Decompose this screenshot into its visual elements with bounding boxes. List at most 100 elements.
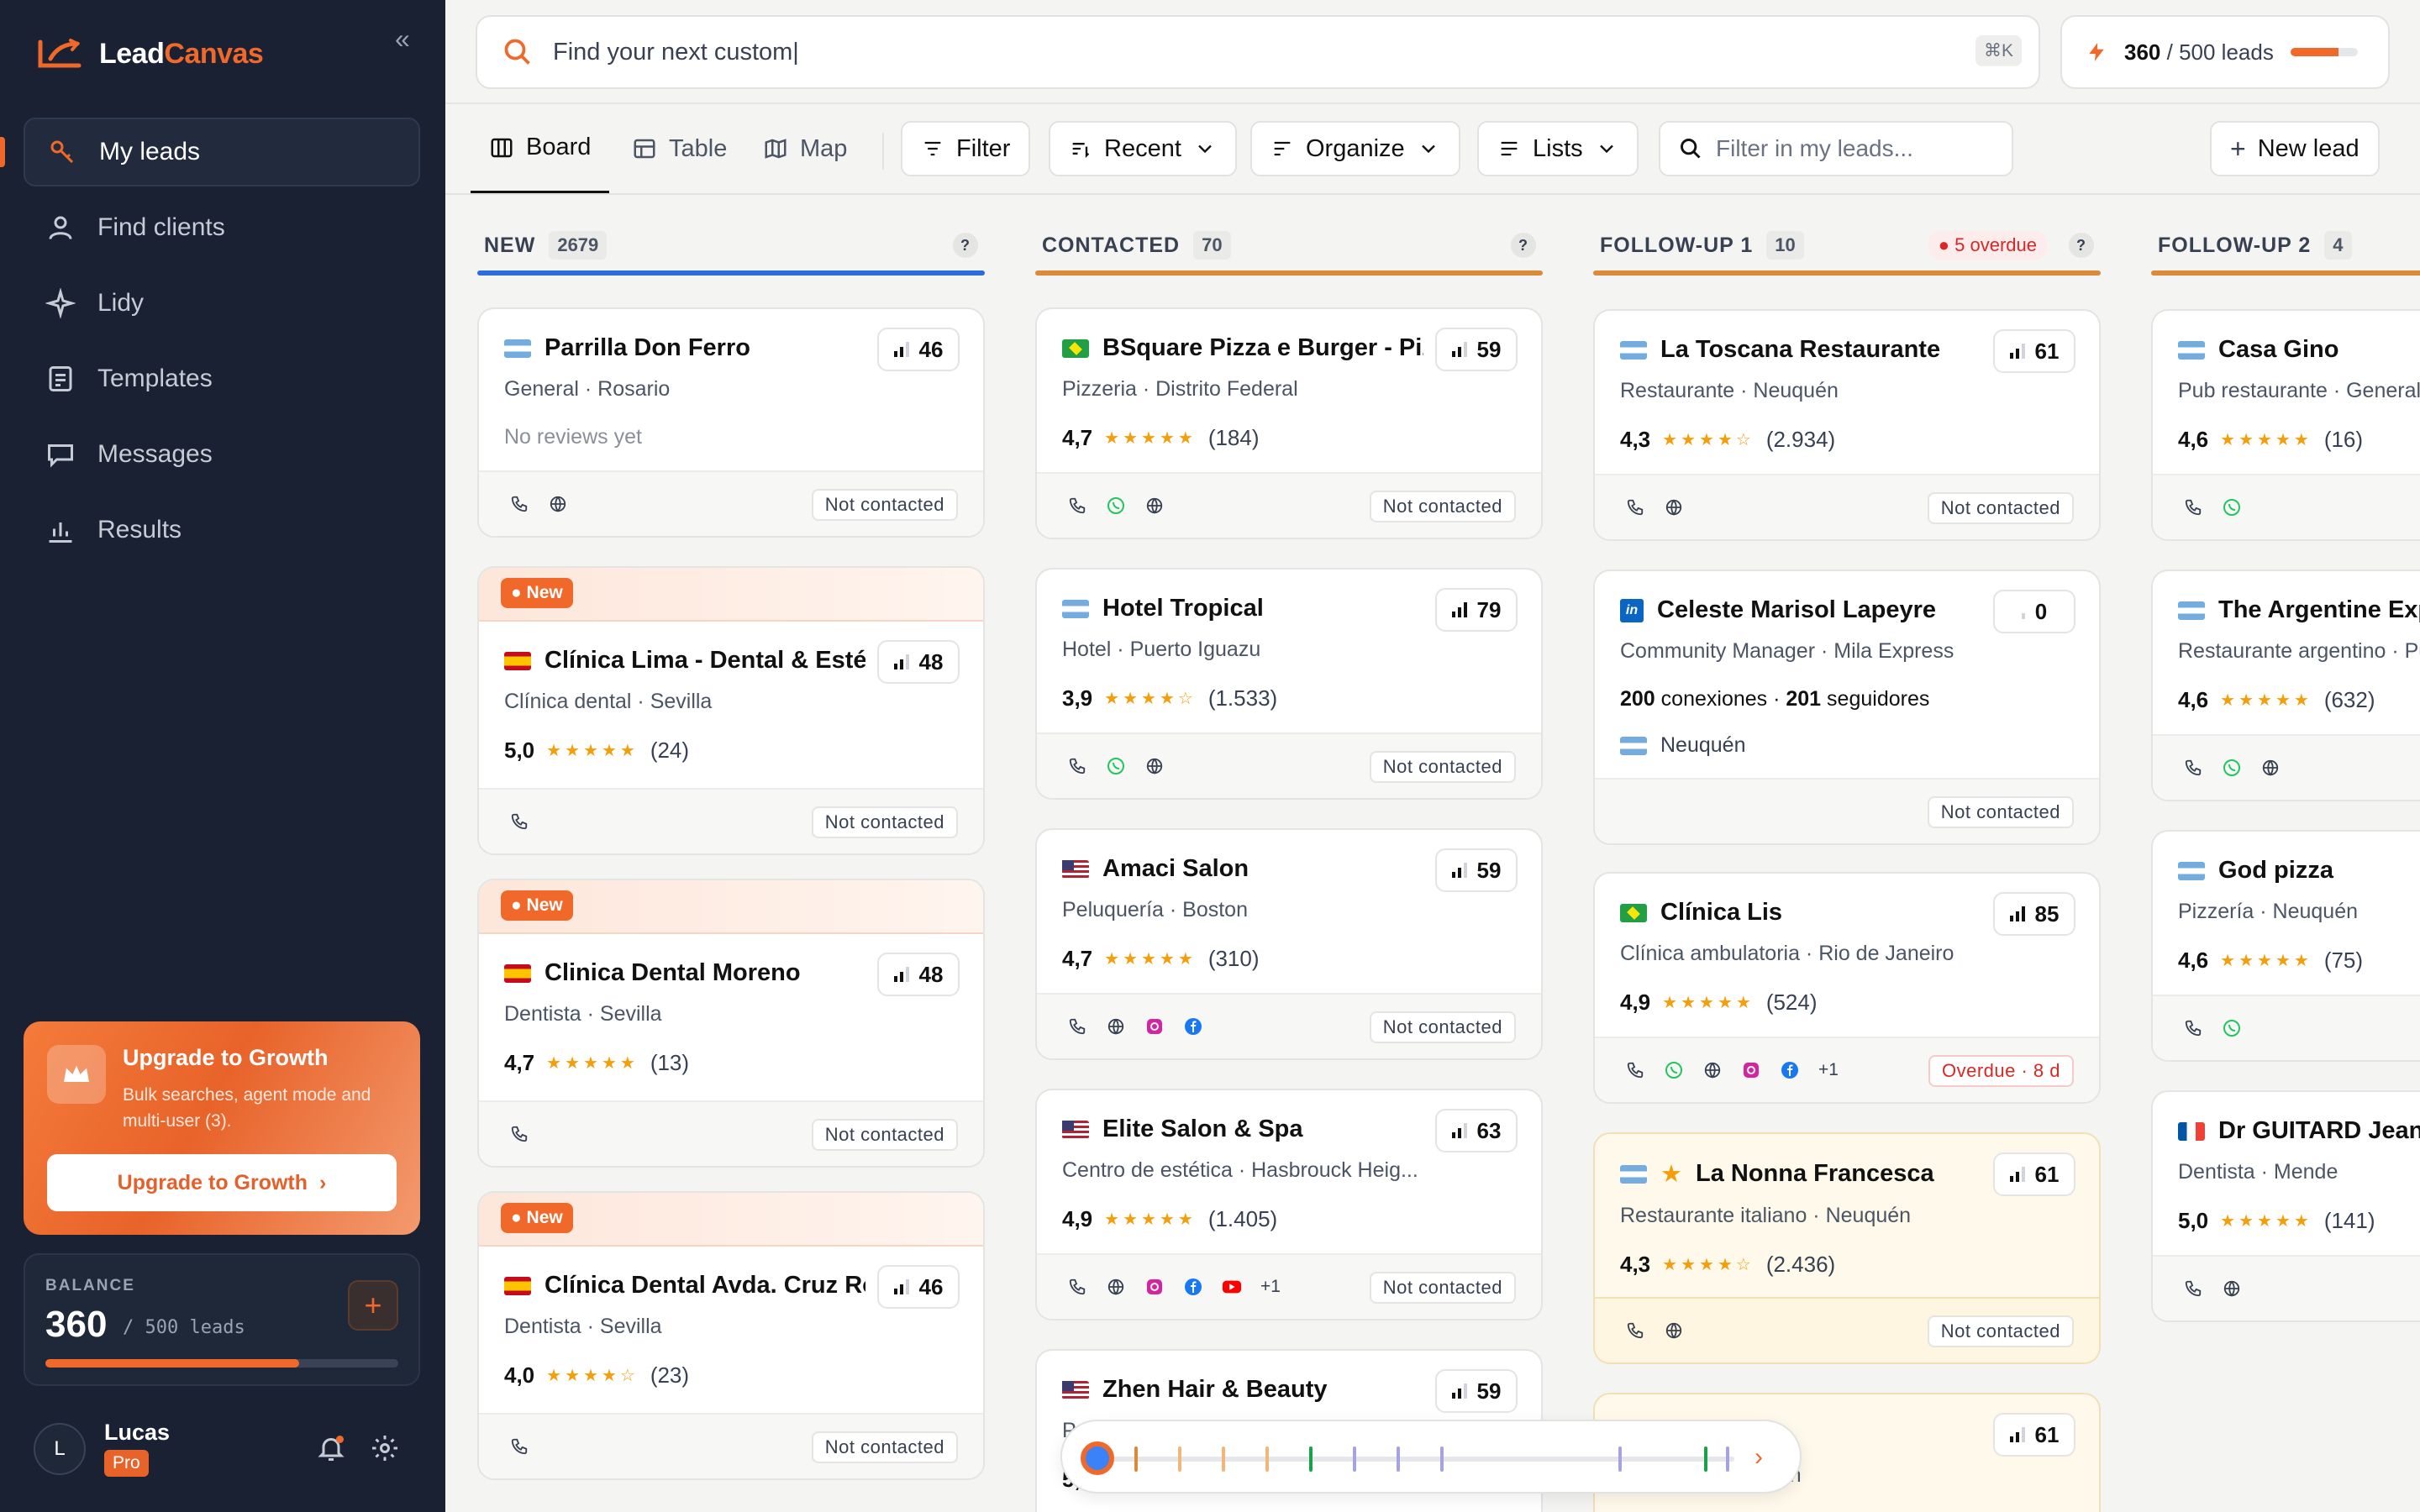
scrubber-handle[interactable] xyxy=(1081,1441,1114,1475)
help-icon[interactable]: ? xyxy=(2069,233,2094,258)
tab-board[interactable]: Board xyxy=(471,104,610,193)
sidebar-item-my-leads[interactable]: My leads xyxy=(24,118,420,186)
whatsapp-icon[interactable] xyxy=(2222,497,2242,517)
new-lead-button[interactable]: + New lead xyxy=(2210,121,2380,176)
status-badge[interactable]: Not contacted xyxy=(811,1431,958,1463)
credits-indicator[interactable]: 360 / 500 leads xyxy=(2060,15,2390,89)
phone-icon[interactable] xyxy=(1067,756,1087,776)
phone-icon[interactable] xyxy=(2183,1018,2203,1038)
status-badge[interactable]: Not contacted xyxy=(1369,1272,1516,1304)
instagram-icon[interactable] xyxy=(1144,1277,1165,1297)
globe-icon[interactable] xyxy=(2222,1278,2242,1299)
gear-icon[interactable] xyxy=(370,1433,400,1463)
status-badge[interactable]: Not contacted xyxy=(1369,491,1516,522)
status-badge[interactable]: Not contacted xyxy=(1927,796,2074,828)
globe-icon[interactable] xyxy=(1144,496,1165,516)
facebook-icon[interactable] xyxy=(1183,1016,1203,1037)
phone-icon[interactable] xyxy=(509,811,529,832)
status-badge[interactable]: Not contacted xyxy=(1369,1011,1516,1043)
status-badge[interactable]: Not contacted xyxy=(1927,492,2074,524)
status-badge[interactable]: Not contacted xyxy=(1369,751,1516,783)
help-icon[interactable]: ? xyxy=(953,233,978,258)
sidebar-item-messages[interactable]: Messages xyxy=(24,420,420,489)
globe-icon[interactable] xyxy=(1702,1060,1723,1080)
lead-card[interactable]: The Argentine Experience Restaurante arg… xyxy=(2151,570,2420,801)
globe-icon[interactable] xyxy=(1664,1320,1684,1341)
recent-dropdown[interactable]: Recent xyxy=(1049,121,1237,176)
overdue-status-badge[interactable]: Overdue · 8 d xyxy=(1928,1055,2074,1087)
status-badge[interactable]: Not contacted xyxy=(811,489,958,521)
tab-map[interactable]: Map xyxy=(763,104,847,193)
avatar[interactable]: L xyxy=(34,1423,86,1475)
lead-card[interactable]: in Celeste Marisol Lapeyre 0 Community Ma… xyxy=(1593,570,2101,845)
facebook-icon[interactable] xyxy=(1183,1277,1203,1297)
lead-card[interactable]: Dr GUITARD Jean-Claude Dentista · Mende … xyxy=(2151,1090,2420,1322)
globe-icon[interactable] xyxy=(1106,1277,1126,1297)
phone-icon[interactable] xyxy=(2183,497,2203,517)
tab-table[interactable]: Table xyxy=(632,104,727,193)
status-badge[interactable]: Not contacted xyxy=(811,806,958,838)
lead-card[interactable]: BSquare Pizza e Burger - Pizzaria 59 Piz… xyxy=(1035,307,1543,539)
sidebar-item-lidy[interactable]: Lidy xyxy=(24,269,420,338)
lead-card[interactable]: La Toscana Restaurante 61 Restaurante · … xyxy=(1593,309,2101,541)
globe-icon[interactable] xyxy=(1664,497,1684,517)
phone-icon[interactable] xyxy=(2183,758,2203,778)
search-input[interactable]: Find your next custom| ⌘K xyxy=(476,15,2040,89)
phone-icon[interactable] xyxy=(1067,1277,1087,1297)
globe-icon[interactable] xyxy=(1144,756,1165,776)
sidebar-item-find-clients[interactable]: Find clients xyxy=(24,193,420,262)
sidebar-item-templates[interactable]: Templates xyxy=(24,344,420,413)
filter-button[interactable]: Filter xyxy=(901,121,1031,176)
lead-card[interactable]: ● New Clínica Lima - Dental & Estética 4… xyxy=(477,566,985,855)
lead-card[interactable]: Amaci Salon 59 Peluquería · Boston 4,7 ★★… xyxy=(1035,828,1543,1060)
lead-card[interactable]: Parrilla Don Ferro 46 General · Rosario … xyxy=(477,307,985,538)
lead-card[interactable]: Elite Salon & Spa 63 Centro de estética … xyxy=(1035,1089,1543,1320)
whatsapp-icon[interactable] xyxy=(1106,496,1126,516)
phone-icon[interactable] xyxy=(1067,1016,1087,1037)
lead-card[interactable]: ● New Clinica Dental Moreno 48 Dentista … xyxy=(477,879,985,1168)
instagram-icon[interactable] xyxy=(1144,1016,1165,1037)
lead-card[interactable]: Casa Gino Pub restaurante · General Roca… xyxy=(2151,309,2420,541)
phone-icon[interactable] xyxy=(509,1436,529,1457)
status-badge[interactable]: Not contacted xyxy=(811,1119,958,1151)
phone-icon[interactable] xyxy=(509,494,529,514)
facebook-icon[interactable] xyxy=(1780,1060,1800,1080)
chevron-right-icon[interactable]: › xyxy=(1754,1443,1763,1472)
phone-icon[interactable] xyxy=(509,1124,529,1144)
overdue-badge[interactable]: ● 5 overdue xyxy=(1928,231,2047,260)
whatsapp-icon[interactable] xyxy=(2222,758,2242,778)
add-balance-button[interactable]: + xyxy=(348,1280,398,1331)
favorite-star-icon[interactable]: ★ xyxy=(1660,1159,1682,1189)
whatsapp-icon[interactable] xyxy=(2222,1018,2242,1038)
sidebar-item-results[interactable]: Results xyxy=(24,496,420,564)
lists-dropdown[interactable]: Lists xyxy=(1477,121,1639,176)
lead-card[interactable]: Hotel Tropical 79 Hotel · Puerto Iguazu … xyxy=(1035,568,1543,800)
instagram-icon[interactable] xyxy=(1741,1060,1761,1080)
bell-icon[interactable] xyxy=(316,1433,346,1463)
board-scroll-scrubber[interactable]: › xyxy=(1060,1420,1802,1494)
logo[interactable]: LeadCanvas xyxy=(37,37,264,71)
globe-icon[interactable] xyxy=(548,494,568,514)
whatsapp-icon[interactable] xyxy=(1106,756,1126,776)
more-channels[interactable]: +1 xyxy=(1260,1277,1281,1297)
more-channels[interactable]: +1 xyxy=(1818,1060,1839,1080)
organize-dropdown[interactable]: Organize xyxy=(1250,121,1460,176)
globe-icon[interactable] xyxy=(1106,1016,1126,1037)
lead-card[interactable]: Clínica Lis 85 Clínica ambulatoria · Rio… xyxy=(1593,872,2101,1104)
help-icon[interactable]: ? xyxy=(1511,233,1536,258)
phone-icon[interactable] xyxy=(1067,496,1087,516)
upgrade-button[interactable]: Upgrade to Growth › xyxy=(47,1154,397,1211)
phone-icon[interactable] xyxy=(1625,1060,1645,1080)
youtube-icon[interactable] xyxy=(1222,1277,1242,1297)
phone-icon[interactable] xyxy=(1625,1320,1645,1341)
filter-leads-input[interactable]: Filter in my leads... xyxy=(1659,121,2013,176)
status-badge[interactable]: Not contacted xyxy=(1927,1315,2074,1347)
phone-icon[interactable] xyxy=(2183,1278,2203,1299)
lead-card[interactable]: ★ La Nonna Francesca 61 Restaurante itali… xyxy=(1593,1132,2101,1364)
collapse-sidebar-button[interactable]: « xyxy=(395,24,410,55)
lead-card[interactable]: God pizza Pizzería · Neuquén 4,6 ★★★★★ (75… xyxy=(2151,830,2420,1062)
globe-icon[interactable] xyxy=(2260,758,2281,778)
phone-icon[interactable] xyxy=(1625,497,1645,517)
lead-card[interactable]: ● New Clínica Dental Avda. Cruz Roja 46 … xyxy=(477,1191,985,1480)
whatsapp-icon[interactable] xyxy=(1664,1060,1684,1080)
